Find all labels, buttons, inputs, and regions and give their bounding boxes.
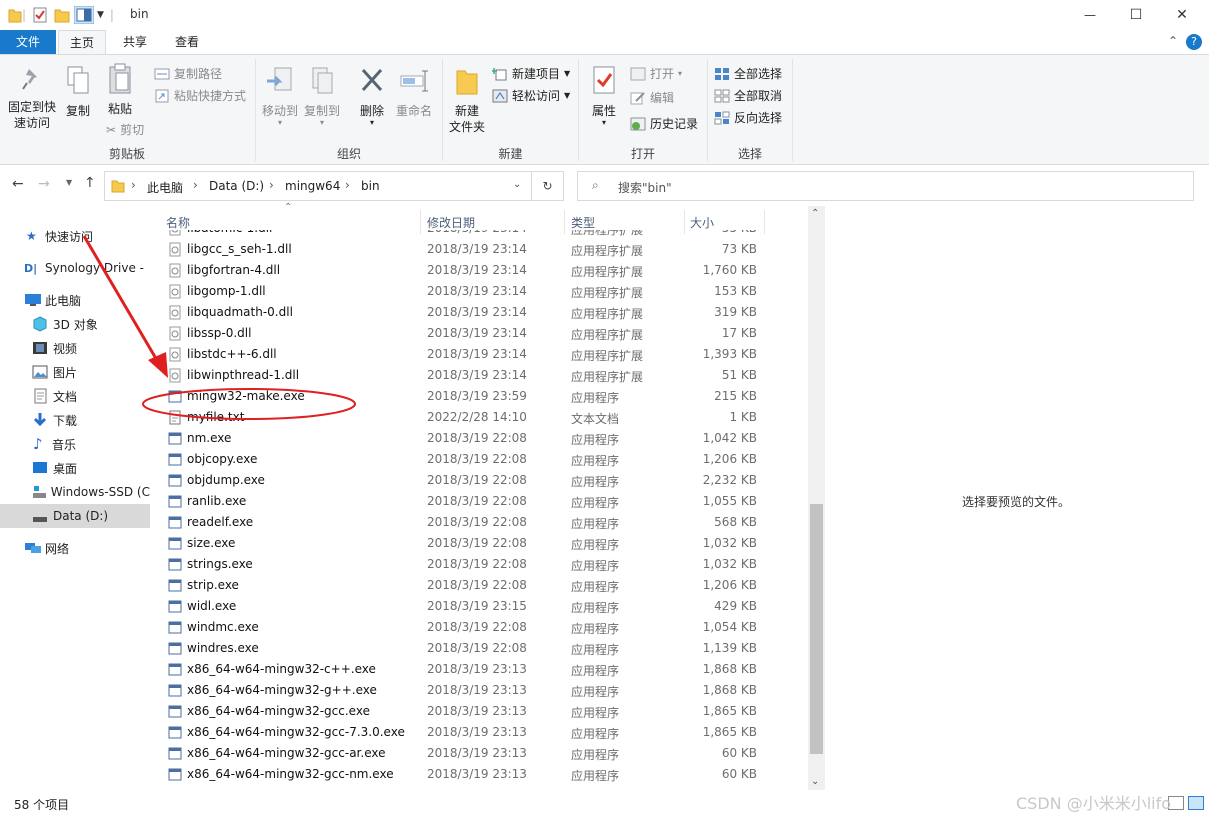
annotation-arrow-line <box>82 235 160 363</box>
annotation-ellipse <box>142 388 356 420</box>
watermark: CSDN @小米米小lifo <box>1016 794 1172 813</box>
annotation-arrow-head-icon <box>148 352 168 378</box>
large-icons-view-icon[interactable] <box>1188 796 1204 810</box>
annotation-overlay <box>82 235 356 420</box>
item-count: 58 个项目 <box>14 798 70 812</box>
